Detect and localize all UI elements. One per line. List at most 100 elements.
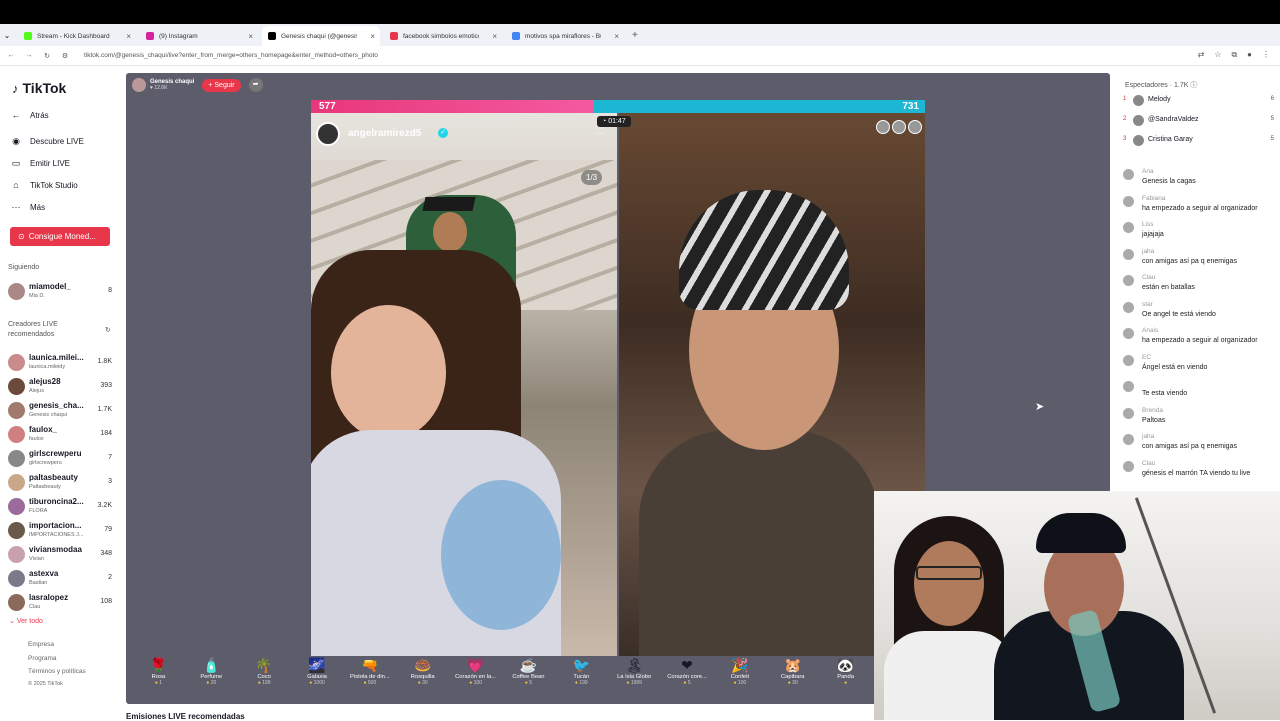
gift-item[interactable]: 🔫 Pistola de din... ● 500 (343, 657, 396, 701)
avatar[interactable] (1123, 301, 1134, 313)
back-arrow-icon: ← (11, 110, 21, 120)
participant-avatar[interactable] (892, 120, 906, 134)
gift-item[interactable]: 🐦 Tucán ● 199 (555, 657, 608, 701)
gift-item[interactable]: 🌹 Rosa ● 1 (132, 657, 185, 701)
gift-item[interactable]: 🐼 Panda ● (819, 657, 872, 701)
avatar[interactable] (1123, 195, 1134, 207)
more-options-icon[interactable]: ··· (595, 128, 605, 139)
recommended-creator-item[interactable]: viviansmodaa Vivian 348 (8, 544, 116, 566)
get-coins-button[interactable]: ⊙ Consigue Moned... (10, 227, 110, 246)
back-link[interactable]: ← Atrás (10, 110, 49, 120)
footer-terms[interactable]: Términos y políticas (28, 668, 86, 675)
share-icon[interactable]: ➦ (248, 78, 263, 92)
donut-icon: 🍩 (414, 657, 432, 673)
avatar[interactable] (1123, 354, 1134, 366)
recommended-creator-item[interactable]: faulox_ faulox 184 (8, 424, 116, 446)
recommended-creator-item[interactable]: paltasbeauty Paltasbeauty 3 (8, 472, 116, 494)
gift-item[interactable]: 🎉 Confeti ● 100 (713, 657, 766, 701)
mouse-cursor-icon: ➤ (1035, 401, 1045, 413)
refresh-icon[interactable]: ↻ (105, 326, 111, 334)
avatar[interactable] (1123, 460, 1134, 472)
recommended-creator-item[interactable]: girlscrewperu girlscrewperu 7 (8, 448, 116, 470)
browser-tab[interactable]: facebook simbolos emoticon...× (384, 26, 502, 46)
chat-message: Fabiana ha empezado a seguir al organizad… (1122, 195, 1277, 219)
nav-emitir-live[interactable]: ▭ Emitir LIVE (10, 158, 70, 169)
participant-avatar[interactable] (876, 120, 890, 134)
menu-dots-icon[interactable]: ⋮ (1262, 50, 1270, 60)
avatar[interactable] (1123, 434, 1134, 445)
close-tab-icon[interactable]: × (614, 32, 619, 41)
recommended-creator-item[interactable]: astexva Bastian 2 (8, 568, 116, 590)
recommended-creator-item[interactable]: lasralopez Clau 108 (8, 592, 116, 614)
coin-icon: ⊙ (18, 232, 25, 241)
viewer-item[interactable]: 1 Melody 6 (1121, 94, 1276, 108)
avatar[interactable] (1123, 328, 1134, 339)
nav-descubre-live[interactable]: ◉ Descubre LIVE (10, 136, 84, 147)
gift-item[interactable]: 🌌 Galaxia ● 1000 (291, 657, 344, 701)
recommended-creator-item[interactable]: genesis_cha... Genesis chaqui 1.7K (8, 400, 116, 422)
close-tab-icon[interactable]: × (126, 32, 131, 41)
avatar[interactable] (1123, 381, 1134, 392)
avatar[interactable] (1123, 275, 1134, 286)
gift-item[interactable]: 🏝 La Isla Globo ● 1999 (608, 657, 661, 701)
chat-message: Te esta viendo (1122, 380, 1277, 404)
battle-video[interactable]: 577 731 ◔ 01:47 angelramirezd5 ✓ ··· 1/3 (311, 100, 925, 656)
gift-price: ● 500 (363, 680, 377, 686)
new-tab-icon[interactable]: + (632, 30, 638, 41)
chat-message: jaha con amigas así pa q enemigas (1122, 433, 1277, 457)
gift-item[interactable]: ☕ Coffee Bean ● 5 (502, 657, 555, 701)
camera-icon: ▭ (11, 158, 21, 168)
toucan-icon: 🐦 (572, 657, 591, 673)
close-tab-icon[interactable]: × (370, 32, 375, 41)
info-icon[interactable]: ⓘ (1190, 82, 1197, 89)
avatar[interactable] (1123, 407, 1134, 419)
gift-item[interactable]: 🧴 Perfume ● 20 (185, 657, 238, 701)
recommended-creator-item[interactable]: alejus28 Alejus 393 (8, 376, 116, 398)
avatar (1133, 95, 1144, 106)
site-info-icon[interactable]: ⚙ (58, 52, 72, 60)
gift-item[interactable]: 🐹 Capibara ● 30 (766, 657, 819, 701)
browser-tab[interactable]: Genesis chaqui (@genesis... × (262, 26, 380, 46)
gift-price: ● 1000 (309, 680, 325, 686)
reload-icon[interactable]: ↻ (40, 52, 54, 60)
gift-item[interactable]: 🌴 Coco ● 199 (238, 657, 291, 701)
following-item[interactable]: miamodel_ Mia D. 8 (8, 281, 116, 303)
host-avatar[interactable] (132, 78, 146, 92)
nav-tiktok-studio[interactable]: ⌂ TikTok Studio (10, 180, 77, 190)
footer-empresa[interactable]: Empresa (28, 641, 54, 648)
tiktok-logo[interactable]: ♪ TikTok (12, 80, 66, 96)
footer-programa[interactable]: Programa (28, 655, 57, 662)
gift-item[interactable]: ❤ Corazón core... ● 5 (661, 657, 714, 701)
avatar[interactable] (1123, 169, 1134, 180)
follow-button[interactable]: + Seguir (202, 78, 241, 92)
browser-tab[interactable]: motivos spa miraflores - Busca...× (506, 26, 624, 46)
forward-arrow-icon[interactable]: → (22, 52, 36, 59)
recommended-creator-item[interactable]: launica.milei... launica.mileidy 1.8K (8, 352, 116, 374)
close-tab-icon[interactable]: × (492, 32, 497, 41)
extensions-icon[interactable]: ⧉ (1231, 50, 1237, 60)
tab-list-chevron-icon[interactable]: ⌄ (0, 31, 14, 40)
see-all-link[interactable]: ⌄ Ver todo (9, 617, 43, 625)
recommended-creator-item[interactable]: tiburoncina2... FLORA 3.2K (8, 496, 116, 518)
recommended-creator-item[interactable]: importacion... IMPORTACIONES J... 79 (8, 520, 116, 542)
back-arrow-icon[interactable]: ← (4, 52, 18, 59)
battle-avatar[interactable] (316, 122, 340, 146)
address-bar[interactable]: tiktok.com/@genesis_chaqui/live?enter_fr… (84, 52, 378, 59)
avatar[interactable] (1123, 248, 1134, 260)
gift-item[interactable]: 💗 Corazón en la... ● 100 (449, 657, 502, 701)
avatar[interactable] (1123, 222, 1134, 233)
browser-tab[interactable]: Stream - Kick Dashboard × (18, 26, 136, 46)
profile-avatar[interactable]: ● (1247, 50, 1252, 60)
close-tab-icon[interactable]: × (248, 32, 253, 41)
battle-opponent-name[interactable]: angelramirezd5 (348, 128, 421, 139)
nav-mas[interactable]: ··· Más (10, 202, 46, 212)
participant-avatar[interactable] (908, 120, 922, 134)
browser-tab[interactable]: (9) Instagram × (140, 26, 258, 46)
bookmark-star-icon[interactable]: ☆ (1214, 50, 1221, 60)
viewer-item[interactable]: 3 Cristina Garay 5 (1121, 134, 1276, 148)
viewer-item[interactable]: 2 @SandraValdez 5 (1121, 114, 1276, 128)
baseball-cap (1036, 513, 1126, 553)
translate-icon[interactable]: ⇄ (1198, 50, 1205, 60)
avatar (8, 450, 25, 467)
gift-item[interactable]: 🍩 Rosquilla ● 30 (396, 657, 449, 701)
